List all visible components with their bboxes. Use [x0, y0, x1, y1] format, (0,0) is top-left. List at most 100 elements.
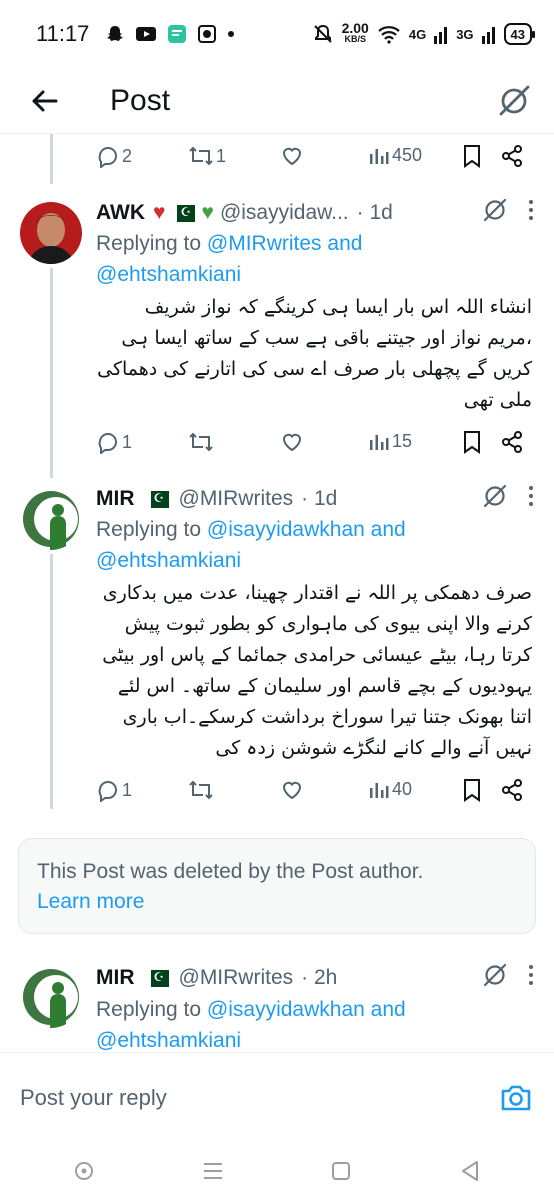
page-title: Post — [110, 83, 171, 117]
bookmark-button[interactable] — [462, 778, 482, 802]
bookmark-icon — [464, 779, 480, 802]
views-button[interactable]: 40 — [368, 778, 412, 800]
youtube-icon — [135, 25, 157, 43]
like-button[interactable] — [280, 778, 304, 802]
more-button[interactable] — [528, 964, 534, 992]
repost-button[interactable] — [188, 430, 214, 454]
deleted-post-notice: This Post was deleted by the Post author… — [18, 838, 536, 934]
status-bar: 11:17 2.00 KB/S 4G 3G 43 — [0, 0, 554, 68]
views-count: 40 — [392, 778, 413, 799]
handle[interactable]: @isayyidaw... — [220, 201, 349, 225]
timestamp[interactable]: · 1d — [357, 201, 393, 225]
more-button[interactable] — [528, 485, 534, 513]
reply-icon — [98, 780, 117, 802]
handle[interactable]: @MIRwrites — [179, 487, 294, 511]
grok-icon — [499, 85, 530, 115]
assistant-button[interactable] — [64, 1151, 104, 1191]
timestamp[interactable]: · 2h — [301, 966, 337, 990]
replying-to: Replying to @isayyidawkhan and @ehtshamk… — [96, 998, 406, 1052]
display-name[interactable]: MIR — [96, 966, 135, 990]
mention-link[interactable]: @MIRwrites — [207, 232, 322, 255]
signal-icon — [434, 24, 448, 44]
display-name[interactable]: AWK — [96, 201, 145, 225]
views-icon — [370, 149, 389, 164]
views-icon — [370, 435, 389, 450]
more-button[interactable] — [528, 199, 534, 227]
grok-button[interactable] — [482, 197, 508, 229]
bookmark-button[interactable] — [462, 144, 482, 168]
views-button[interactable]: 15 — [368, 430, 412, 452]
snapchat-icon — [105, 24, 125, 44]
bookmark-button[interactable] — [462, 430, 482, 454]
like-button[interactable] — [280, 430, 304, 454]
more-icon — [529, 965, 533, 985]
reply-count: 2 — [122, 145, 133, 166]
repost-icon — [189, 780, 213, 800]
thread-line — [50, 554, 53, 809]
system-nav-bar — [0, 1142, 554, 1200]
deleted-text: This Post was deleted by the Post author… — [37, 860, 424, 883]
reply-composer: Post your reply — [0, 1052, 554, 1142]
display-name[interactable]: MIR — [96, 487, 135, 511]
camera-icon — [501, 1085, 531, 1110]
share-icon — [502, 779, 522, 801]
back-arrow-icon — [32, 90, 58, 111]
mention-link[interactable]: @ehtshamkiani — [96, 1029, 241, 1052]
mention-link[interactable]: @isayyidawkhan — [207, 518, 365, 541]
recents-button[interactable] — [193, 1151, 233, 1191]
home-button[interactable] — [321, 1151, 361, 1191]
bookmark-icon — [464, 431, 480, 454]
reply-count: 1 — [122, 779, 133, 800]
bookmark-icon — [464, 145, 480, 168]
share-button[interactable] — [500, 144, 524, 168]
reply-button[interactable]: 1 — [96, 778, 132, 802]
reply-icon — [98, 146, 117, 168]
avatar[interactable] — [20, 966, 82, 1028]
status-time: 11:17 — [36, 21, 90, 46]
grok-icon — [483, 198, 507, 222]
reply-button[interactable]: 1 — [96, 430, 132, 454]
grok-icon — [483, 484, 507, 508]
battery-indicator: 43 — [503, 23, 536, 45]
pakistan-flag-emoji — [144, 969, 169, 987]
views-button[interactable]: 450 — [368, 144, 422, 166]
mention-link[interactable]: @isayyidawkhan — [207, 998, 365, 1021]
gallery-icon — [197, 24, 217, 44]
repost-button[interactable] — [188, 778, 214, 802]
back-button[interactable] — [20, 77, 68, 125]
views-count: 450 — [392, 144, 423, 165]
repost-button[interactable]: 1 — [188, 144, 226, 168]
mention-link[interactable]: @ehtshamkiani — [96, 549, 241, 572]
grok-button[interactable] — [494, 81, 534, 121]
repost-icon — [189, 432, 213, 452]
reply-input[interactable]: Post your reply — [20, 1085, 167, 1111]
timestamp[interactable]: · 1d — [301, 487, 337, 511]
like-icon — [282, 781, 302, 800]
more-icon — [529, 486, 533, 506]
mention-link[interactable]: @ehtshamkiani — [96, 263, 241, 286]
like-button[interactable] — [280, 144, 304, 168]
handle[interactable]: @MIRwrites — [179, 966, 294, 990]
views-count: 15 — [392, 430, 413, 451]
more-icon — [529, 200, 533, 220]
grok-button[interactable] — [482, 483, 508, 515]
reply-button[interactable]: 2 — [96, 144, 132, 168]
thread-line — [50, 134, 53, 184]
share-button[interactable] — [500, 778, 524, 802]
avatar[interactable] — [20, 488, 82, 550]
net-speed: 2.00 KB/S — [341, 20, 369, 44]
signal-icon-2 — [481, 24, 496, 44]
camera-button[interactable] — [498, 1080, 534, 1116]
learn-more-link[interactable]: Learn more — [37, 887, 517, 917]
tweet-header: MIR @MIRwrites · 1d — [96, 484, 534, 514]
tweet-text: صرف دھمکی پر اللہ نے اقتدار چھینا، عدت م… — [102, 582, 532, 759]
mute-icon — [312, 23, 334, 45]
reply-icon — [98, 432, 117, 454]
network-4g-label: 4G — [408, 26, 427, 42]
network-3g-label: 3G — [456, 26, 474, 42]
share-button[interactable] — [500, 430, 524, 454]
app-header: Post — [0, 68, 554, 134]
avatar[interactable] — [20, 202, 82, 264]
grok-button[interactable] — [482, 962, 508, 994]
back-nav-button[interactable] — [450, 1151, 490, 1191]
